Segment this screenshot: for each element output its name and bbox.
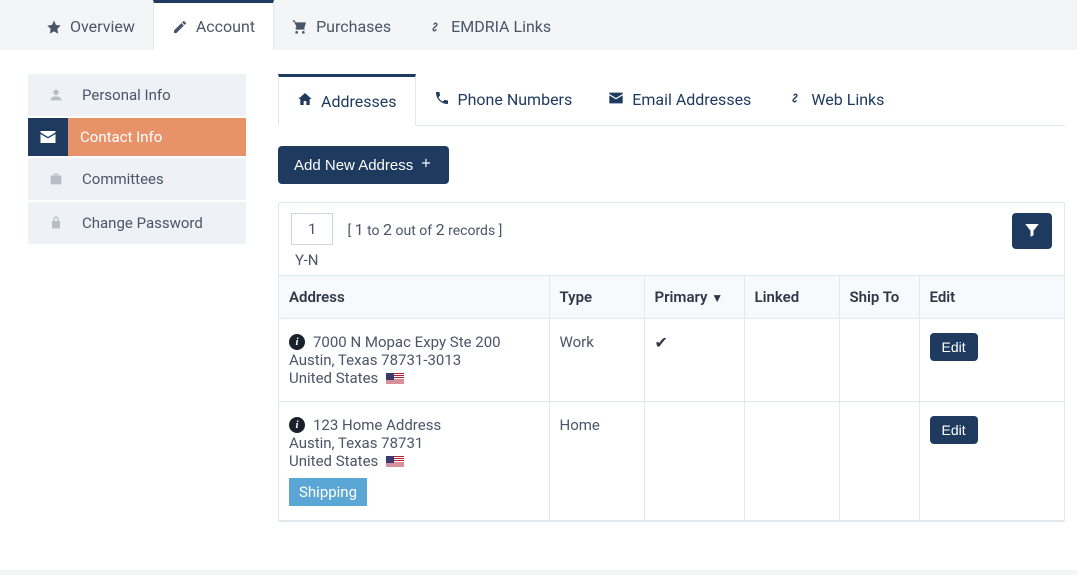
col-linked[interactable]: Linked	[744, 276, 839, 319]
sidebar-item-change-password[interactable]: Change Password	[28, 202, 246, 244]
col-edit[interactable]: Edit	[919, 276, 1064, 319]
us-flag-icon	[386, 456, 404, 468]
cell-edit: Edit	[919, 319, 1064, 402]
address-table: Address Type Primary ▼ Linked Ship To Ed…	[279, 275, 1064, 521]
filter-button[interactable]	[1012, 213, 1052, 249]
sidebar-item-label: Contact Info	[80, 128, 162, 146]
cell-primary: ✔	[644, 319, 744, 402]
link-icon	[787, 90, 803, 110]
cell-linked	[744, 319, 839, 402]
subtab-web-links[interactable]: Web Links	[769, 74, 902, 125]
subtab-label: Email Addresses	[632, 90, 751, 109]
briefcase-icon	[42, 168, 70, 190]
sidebar-item-contact-info[interactable]: Contact Info	[28, 118, 246, 156]
tab-overview[interactable]: Overview	[28, 0, 153, 50]
subtab-label: Phone Numbers	[458, 90, 573, 109]
page-number[interactable]: 1	[291, 213, 333, 245]
subtab-addresses[interactable]: Addresses	[278, 74, 416, 126]
tab-label: Account	[196, 17, 255, 36]
sidebar: Personal Info Contact Info Committees Ch…	[0, 50, 246, 570]
pencil-square-icon	[172, 19, 188, 35]
tab-account[interactable]: Account	[153, 0, 274, 50]
subtab-label: Web Links	[811, 90, 884, 109]
address-table-container: 1 [ 1 to 2 out of 2 records ] Y-N Addres…	[278, 202, 1065, 522]
sort-label: Y-N	[295, 251, 502, 269]
mail-icon	[608, 90, 624, 110]
us-flag-icon	[386, 373, 404, 385]
cell-shipto	[839, 319, 919, 402]
cell-shipto	[839, 402, 919, 521]
sidebar-item-label: Change Password	[82, 214, 203, 232]
col-shipto[interactable]: Ship To	[839, 276, 919, 319]
table-row: i 123 Home Address Austin, Texas 78731 U…	[279, 402, 1064, 521]
sidebar-item-committees[interactable]: Committees	[28, 158, 246, 200]
pager-summary: [ 1 to 2 out of 2 records ]	[347, 220, 502, 239]
col-primary[interactable]: Primary ▼	[644, 276, 744, 319]
add-new-address-button[interactable]: Add New Address	[278, 146, 449, 184]
info-icon[interactable]: i	[289, 417, 305, 433]
home-icon	[297, 91, 313, 111]
cell-linked	[744, 402, 839, 521]
shipping-badge: Shipping	[289, 478, 367, 506]
sidebar-item-personal-info[interactable]: Personal Info	[28, 74, 246, 116]
sidebar-item-label: Personal Info	[82, 86, 171, 104]
subtab-label: Addresses	[321, 92, 397, 111]
cell-type: Home	[549, 402, 644, 521]
cell-edit: Edit	[919, 402, 1064, 521]
top-tabs: Overview Account Purchases EMDRIA Links	[0, 0, 1077, 50]
edit-button[interactable]: Edit	[930, 416, 978, 444]
add-button-label: Add New Address	[294, 157, 413, 174]
check-icon: ✔	[655, 333, 668, 352]
sidebar-item-label: Committees	[82, 170, 164, 188]
tab-label: Overview	[70, 17, 135, 36]
cell-address: i 123 Home Address Austin, Texas 78731 U…	[279, 402, 549, 521]
envelope-icon	[28, 118, 68, 156]
table-row: i 7000 N Mopac Expy Ste 200 Austin, Texa…	[279, 319, 1064, 402]
link-icon	[427, 19, 443, 35]
subtab-email-addresses[interactable]: Email Addresses	[590, 74, 769, 125]
tab-label: Purchases	[316, 17, 391, 36]
tab-purchases[interactable]: Purchases	[274, 0, 409, 50]
user-icon	[42, 84, 70, 106]
col-address[interactable]: Address	[279, 276, 549, 319]
edit-button[interactable]: Edit	[930, 333, 978, 361]
tab-emdria-links[interactable]: EMDRIA Links	[409, 0, 569, 50]
star-icon	[46, 19, 62, 35]
tab-label: EMDRIA Links	[451, 17, 551, 36]
cell-address: i 7000 N Mopac Expy Ste 200 Austin, Texa…	[279, 319, 549, 402]
cart-icon	[292, 19, 308, 35]
phone-icon	[434, 90, 450, 110]
lock-icon	[42, 212, 70, 234]
caret-down-icon: ▼	[711, 291, 723, 305]
filter-icon	[1023, 221, 1041, 242]
plus-icon	[419, 156, 433, 174]
subtab-phone-numbers[interactable]: Phone Numbers	[416, 74, 591, 125]
sub-tabs: Addresses Phone Numbers Email Addresses …	[278, 74, 1065, 126]
col-type[interactable]: Type	[549, 276, 644, 319]
cell-type: Work	[549, 319, 644, 402]
cell-primary	[644, 402, 744, 521]
info-icon[interactable]: i	[289, 334, 305, 350]
